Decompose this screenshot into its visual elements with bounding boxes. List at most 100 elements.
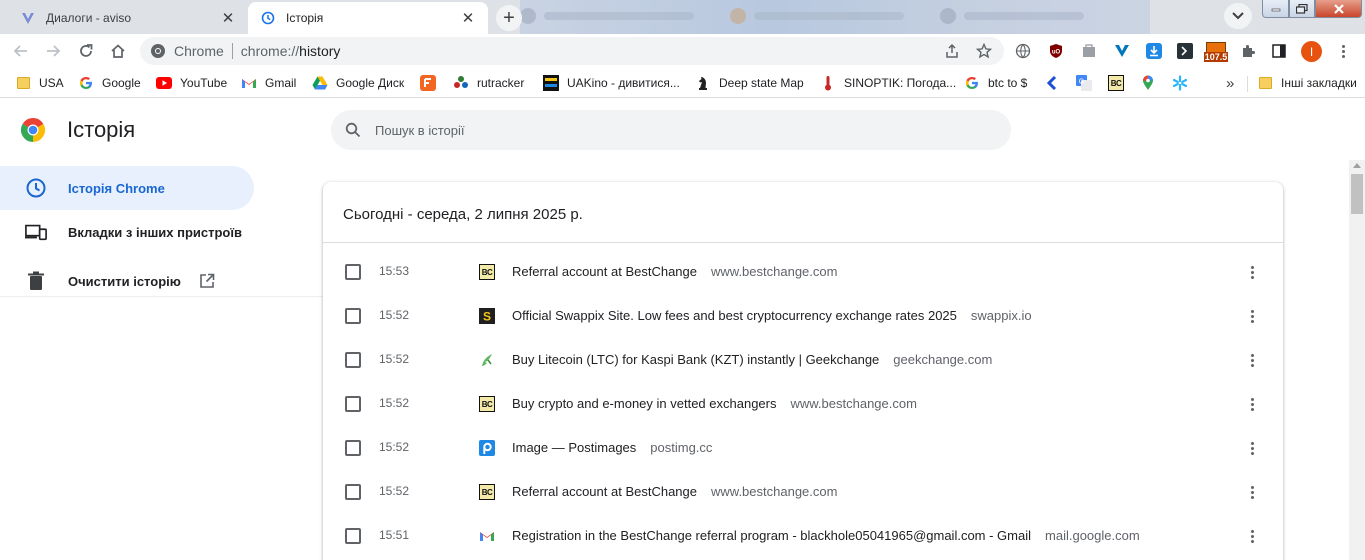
entry-checkbox[interactable]	[345, 440, 361, 456]
scrollbar-thumb[interactable]	[1351, 174, 1363, 214]
close-icon[interactable]: ✕	[220, 10, 236, 27]
extensions-button[interactable]	[1239, 42, 1257, 60]
history-entry[interactable]: 15:52 BC Buy crypto and e-money in vette…	[323, 382, 1283, 426]
history-entry[interactable]: 15:52 Image — Postimages postimg.cc	[323, 426, 1283, 470]
history-entry[interactable]: 15:53 BC Referral account at BestChange w…	[323, 250, 1283, 294]
address-bar[interactable]: Chrome chrome://history	[140, 37, 1004, 65]
entry-link[interactable]: Registration in the BestChange referral …	[512, 528, 1140, 543]
bookmark-label: rutracker	[477, 76, 525, 90]
other-bookmarks-folder[interactable]: Інші закладки	[1257, 74, 1357, 92]
entry-link[interactable]: Referral account at BestChange www.bestch…	[512, 264, 837, 279]
bookmarks-overflow-button[interactable]: »	[1226, 74, 1234, 92]
map-pin-icon	[1140, 75, 1156, 91]
globe-extension-icon[interactable]	[1014, 42, 1032, 60]
folder-icon	[1257, 75, 1273, 91]
close-icon[interactable]: ✕	[460, 10, 476, 27]
bookmark-deep-state-map[interactable]: Deep state Map	[695, 74, 804, 92]
sidebar-item-other-devices[interactable]: Вкладки з інших пристроїв	[0, 210, 254, 254]
forward-button[interactable]	[40, 38, 66, 64]
blurred-tab[interactable]	[940, 8, 1084, 24]
tab-history[interactable]: Історія ✕	[248, 2, 488, 34]
terminal-extension-icon[interactable]	[1176, 42, 1194, 60]
entry-link[interactable]: Official Swappix Site. Low fees and best…	[512, 308, 1032, 323]
entry-link[interactable]: Image — Postimages postimg.cc	[512, 440, 712, 455]
page-scrollbar[interactable]	[1349, 160, 1365, 560]
home-button[interactable]	[105, 38, 131, 64]
blurred-tab[interactable]	[520, 8, 694, 24]
entry-checkbox[interactable]	[345, 528, 361, 544]
bookmark-btc-to-usd[interactable]: btc to $	[964, 74, 1027, 92]
download-extension-icon[interactable]	[1145, 42, 1163, 60]
bookmark-uakino[interactable]: UAKino - дивитися...	[543, 74, 680, 92]
bookmark-sinoptik[interactable]: SINOPTIK: Погода...	[820, 74, 956, 92]
history-entry[interactable]: 15:52 S Official Swappix Site. Low fees …	[323, 294, 1283, 338]
entry-menu-button[interactable]	[1251, 264, 1255, 280]
entry-time: 15:52	[379, 440, 410, 454]
side-panel-button[interactable]	[1270, 42, 1288, 60]
bookmark-rutracker[interactable]: rutracker	[453, 74, 524, 92]
bookmark-bestchange[interactable]: BC	[1108, 74, 1124, 92]
blurred-tab[interactable]	[730, 8, 904, 24]
entry-checkbox[interactable]	[345, 352, 361, 368]
new-tab-button[interactable]: +	[496, 5, 522, 31]
bookmark-google-drive[interactable]: Google Диск	[312, 74, 404, 92]
bookmark-usa[interactable]: USA	[15, 74, 64, 92]
history-entry[interactable]: 15:51 Registration in the BestChange ref…	[323, 514, 1283, 558]
sidebar-item-label: Історія Chrome	[68, 180, 165, 196]
tab-aviso[interactable]: Диалоги - aviso ✕	[8, 2, 248, 34]
maximize-button[interactable]	[1289, 0, 1315, 18]
bookmark-google[interactable]: Google	[78, 74, 141, 92]
google-icon	[78, 75, 94, 91]
entry-menu-button[interactable]	[1251, 484, 1255, 500]
back-button[interactable]	[8, 38, 34, 64]
entry-link[interactable]: Buy crypto and e-money in vetted exchang…	[512, 396, 917, 411]
entry-checkbox[interactable]	[345, 264, 361, 280]
radio-extension-icon[interactable]: 107.5	[1203, 40, 1229, 64]
bookmark-maps[interactable]	[1140, 74, 1156, 92]
bookmark-label: Інші закладки	[1281, 76, 1357, 90]
share-icon	[946, 43, 958, 58]
browser-menu-button[interactable]	[1336, 42, 1350, 60]
bookmark-label: btc to $	[988, 76, 1028, 90]
entry-menu-button[interactable]	[1251, 308, 1255, 324]
entry-checkbox[interactable]	[345, 396, 361, 412]
bookmark-translate[interactable]: G	[1076, 74, 1092, 92]
entry-time: 15:53	[379, 264, 410, 278]
site-label: Chrome	[174, 43, 224, 59]
window-close-button[interactable]	[1315, 0, 1362, 18]
share-button[interactable]	[943, 42, 961, 60]
history-entry[interactable]: 15:52 BC Referral account at BestChange w…	[323, 470, 1283, 514]
bookmark-orange-app[interactable]	[420, 74, 436, 92]
search-input[interactable]	[375, 122, 975, 138]
briefcase-extension-icon[interactable]	[1080, 42, 1098, 60]
entry-menu-button[interactable]	[1251, 528, 1255, 544]
bookmark-blue-arrow[interactable]	[1044, 74, 1060, 92]
reload-button[interactable]	[73, 38, 99, 64]
gmail-icon	[479, 528, 495, 544]
minimize-button[interactable]	[1262, 0, 1289, 18]
history-search[interactable]	[331, 110, 1011, 150]
scroll-up-icon[interactable]	[1353, 163, 1361, 168]
sidebar-item-chrome-history[interactable]: Історія Chrome	[0, 166, 254, 210]
bookmark-star-button[interactable]	[975, 42, 993, 60]
entry-checkbox[interactable]	[345, 308, 361, 324]
v-extension-icon[interactable]	[1113, 42, 1131, 60]
bookmark-youtube[interactable]: YouTube	[156, 74, 227, 92]
entry-time: 15:51	[379, 528, 410, 542]
entry-menu-button[interactable]	[1251, 440, 1255, 456]
entry-link[interactable]: Buy Litecoin (LTC) for Kaspi Bank (KZT) …	[512, 352, 992, 367]
entry-menu-button[interactable]	[1251, 396, 1255, 412]
arrow-left-icon	[13, 45, 27, 57]
ublock-icon[interactable]: uO	[1047, 42, 1065, 60]
entry-menu-button[interactable]	[1251, 352, 1255, 368]
entry-checkbox[interactable]	[345, 484, 361, 500]
entry-link[interactable]: Referral account at BestChange www.bestch…	[512, 484, 837, 499]
aviso-icon	[20, 10, 36, 26]
bookmark-gmail[interactable]: Gmail	[241, 74, 296, 92]
tab-search-button[interactable]	[1224, 3, 1252, 29]
blurred-tabs-area	[520, 0, 1150, 34]
bookmark-asterisk[interactable]	[1172, 74, 1188, 92]
history-entry[interactable]: 15:52 Buy Litecoin (LTC) for Kaspi Bank …	[323, 338, 1283, 382]
postimages-icon	[479, 440, 495, 456]
profile-avatar[interactable]: I	[1301, 41, 1322, 62]
